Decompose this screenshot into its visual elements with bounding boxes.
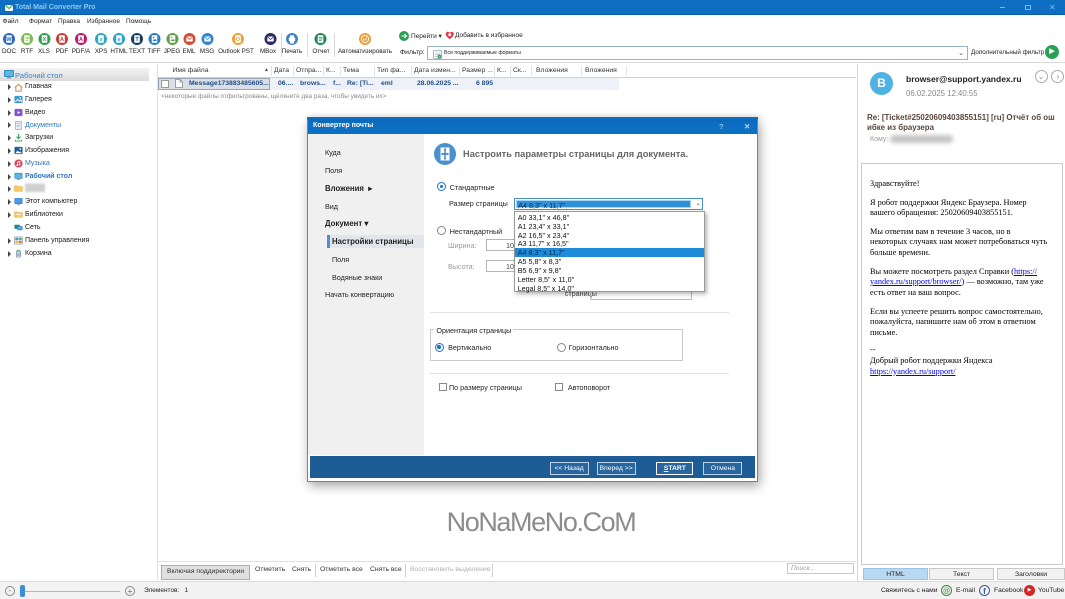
svg-text:W: W	[6, 37, 12, 43]
svg-text:e: e	[117, 37, 120, 43]
svg-text:A: A	[79, 37, 83, 43]
svg-text:X: X	[43, 37, 47, 43]
svg-text:O: O	[236, 37, 241, 43]
svg-text:A: A	[60, 37, 64, 43]
